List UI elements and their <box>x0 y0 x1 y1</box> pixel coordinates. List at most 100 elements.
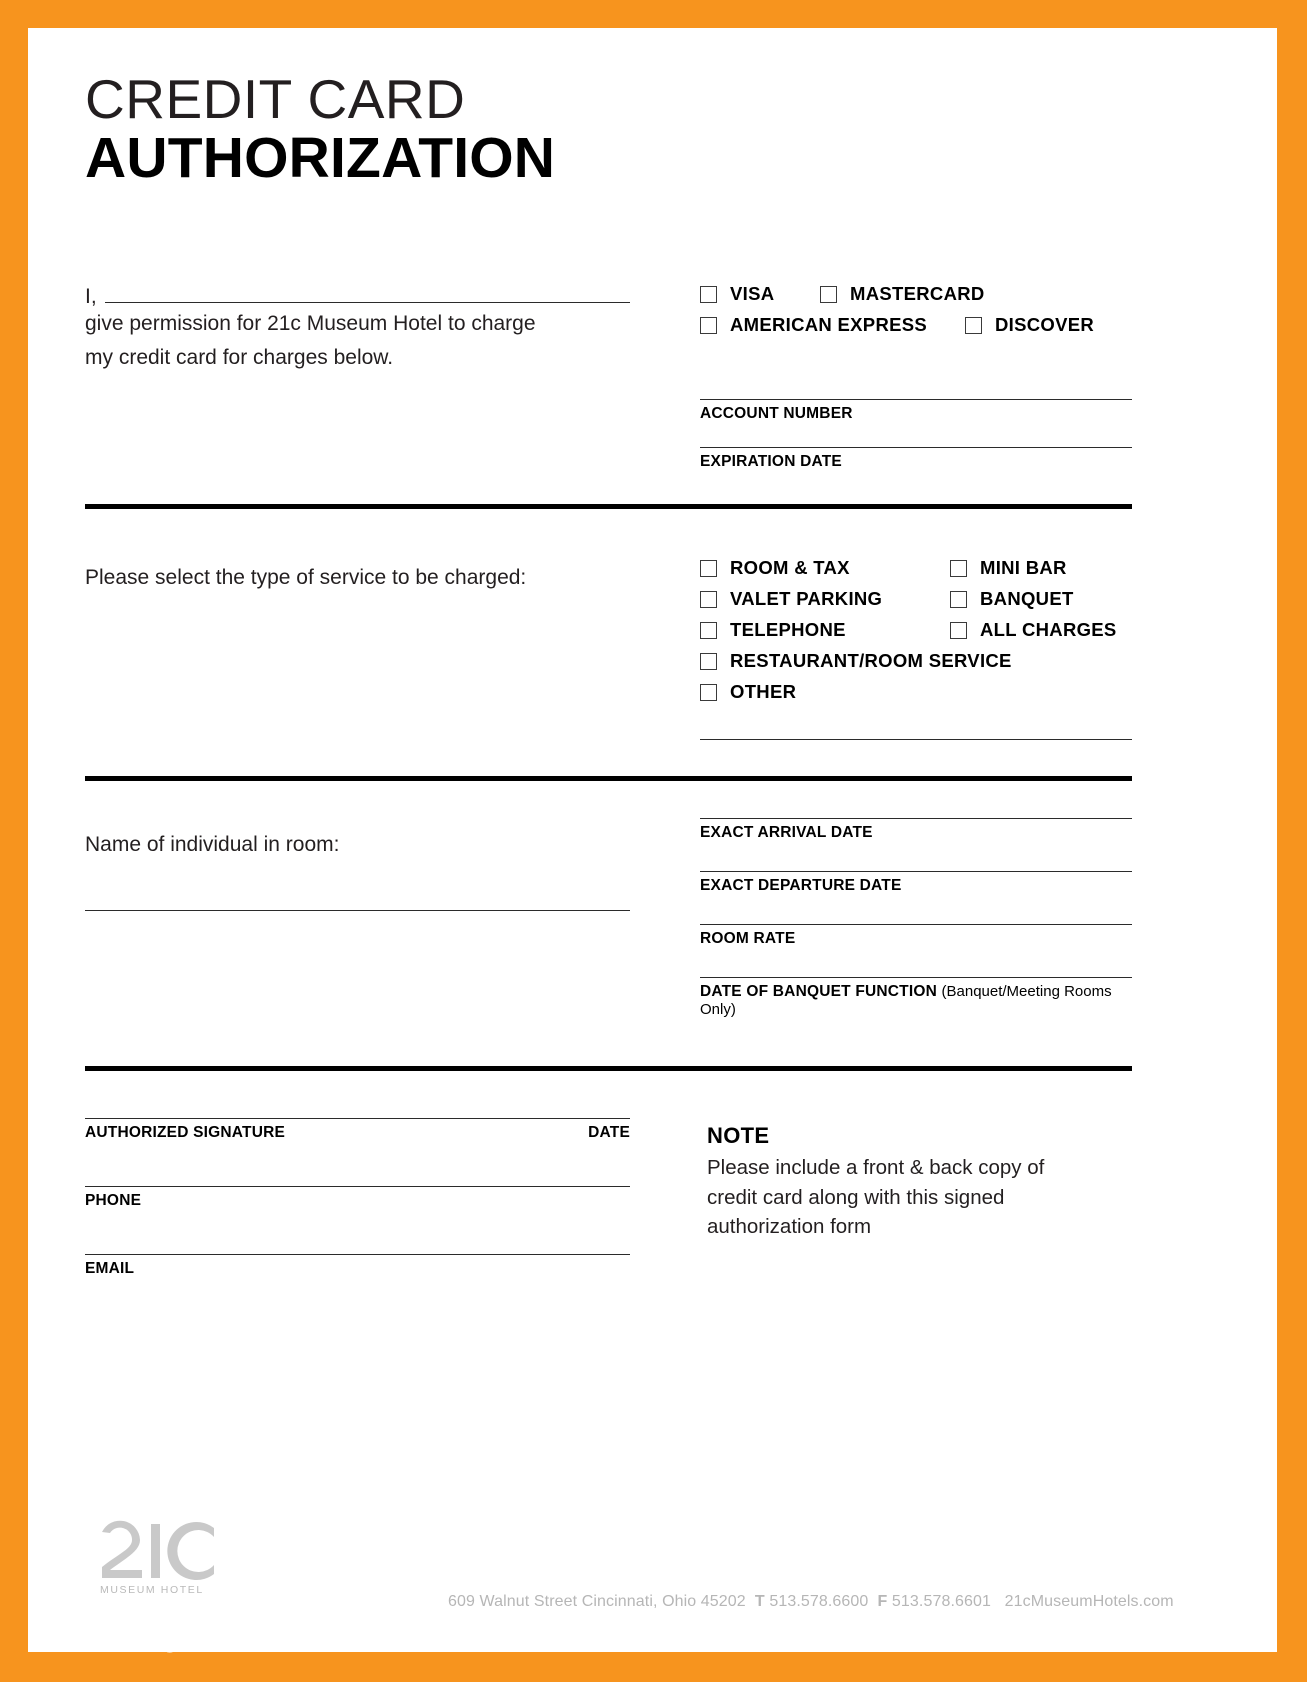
note-heading: NOTE <box>707 1123 770 1148</box>
service-row-3: TELEPHONE ALL CHARGES <box>700 619 1132 641</box>
phone-label: PHONE <box>85 1192 142 1209</box>
i-prefix-label: I, <box>85 285 97 308</box>
checkbox-box-icon[interactable] <box>700 316 717 334</box>
checkbox-box-icon[interactable] <box>950 559 967 577</box>
checkbox-label: ALL CHARGES <box>980 619 1117 640</box>
service-row-2: VALET PARKING BANQUET <box>700 588 1132 610</box>
checkbox-all-charges[interactable]: ALL CHARGES <box>950 619 1117 641</box>
checkbox-box-icon[interactable] <box>965 316 982 334</box>
footer-fax-number: 513.578.6601 <box>891 1593 991 1610</box>
checkbox-telephone[interactable]: TELEPHONE <box>700 619 950 641</box>
title-line-authorization: AUTHORIZATION <box>85 126 556 190</box>
checkbox-label: MINI BAR <box>980 557 1067 578</box>
checkbox-banquet[interactable]: BANQUET <box>950 588 1074 610</box>
border-left <box>0 0 28 1682</box>
account-number-input-rule[interactable] <box>700 399 1132 400</box>
footer-street-address: 609 Walnut Street Cincinnati, Ohio 45202 <box>448 1593 746 1610</box>
checkbox-box-icon[interactable] <box>700 285 717 303</box>
guest-name-prompt: Name of individual in room: <box>85 833 340 856</box>
phone-field[interactable]: PHONE <box>85 1186 630 1210</box>
footer-phone-prefix: T <box>754 1593 765 1610</box>
checkbox-box-icon[interactable] <box>950 590 967 608</box>
footer-contact-info: 609 Walnut Street Cincinnati, Ohio 45202… <box>448 1593 1174 1611</box>
authorized-signature-field[interactable]: AUTHORIZED SIGNATURE DATE <box>85 1118 630 1142</box>
footer-fax-prefix: F <box>877 1593 888 1610</box>
checkbox-restaurant-room-service[interactable]: RESTAURANT/ROOM SERVICE <box>700 650 1012 672</box>
border-top <box>0 0 1307 28</box>
checkbox-american-express[interactable]: AMERICAN EXPRESS <box>700 314 965 336</box>
account-number-label: ACCOUNT NUMBER <box>700 405 853 422</box>
signature-section: AUTHORIZED SIGNATURE DATE PHONE EMAIL <box>85 1118 630 1278</box>
other-service-input-rule[interactable] <box>700 739 1132 740</box>
border-bottom <box>0 1652 1307 1682</box>
guest-name-input-rule[interactable] <box>85 910 630 912</box>
room-rate-input-rule[interactable] <box>700 924 1132 925</box>
footer-website: 21cMuseumHotels.com <box>1004 1593 1174 1610</box>
checkbox-box-icon[interactable] <box>700 559 717 577</box>
checkbox-valet-parking[interactable]: VALET PARKING <box>700 588 950 610</box>
checkbox-label: MASTERCARD <box>850 283 985 304</box>
logo-subtitle: MUSEUM HOTEL <box>100 1584 204 1596</box>
guest-name-block: Name of individual in room: <box>85 828 630 912</box>
expiration-date-input-rule[interactable] <box>700 447 1132 448</box>
arrival-date-label: EXACT ARRIVAL DATE <box>700 824 873 841</box>
footer-phone-number: 513.578.6600 <box>769 1593 869 1610</box>
authorized-signature-input-rule[interactable] <box>85 1118 630 1119</box>
service-row-4: RESTAURANT/ROOM SERVICE <box>700 650 1132 672</box>
checkbox-mini-bar[interactable]: MINI BAR <box>950 557 1067 579</box>
checkbox-box-icon[interactable] <box>820 285 837 303</box>
departure-date-label: EXACT DEPARTURE DATE <box>700 877 902 894</box>
name-entry-line[interactable]: I, <box>85 286 630 307</box>
checkbox-mastercard[interactable]: MASTERCARD <box>820 283 985 305</box>
note-line-1: Please include a front & back copy of <box>707 1156 1045 1179</box>
brand-logo: MUSEUM HOTEL <box>98 1518 298 1596</box>
card-type-row-2: AMERICAN EXPRESS DISCOVER <box>700 314 1132 336</box>
checkbox-box-icon[interactable] <box>700 590 717 608</box>
checkbox-visa[interactable]: VISA <box>700 283 820 305</box>
authorization-statement: I, give permission for 21c Museum Hotel … <box>85 286 630 375</box>
checkbox-label: DISCOVER <box>995 314 1095 335</box>
banquet-date-field[interactable]: DATE OF BANQUET FUNCTION (Banquet/Meetin… <box>700 977 1132 1019</box>
checkbox-label: ROOM & TAX <box>730 557 850 578</box>
arrival-date-input-rule[interactable] <box>700 818 1132 819</box>
banquet-date-input-rule[interactable] <box>700 977 1132 978</box>
departure-date-field[interactable]: EXACT DEPARTURE DATE <box>700 871 1132 895</box>
service-prompt-block: Please select the type of service to be … <box>85 561 645 595</box>
email-field[interactable]: EMAIL <box>85 1254 630 1278</box>
email-input-rule[interactable] <box>85 1254 630 1255</box>
account-number-field[interactable]: ACCOUNT NUMBER <box>700 399 1132 423</box>
page-title: CREDIT CARD AUTHORIZATION <box>85 72 555 189</box>
banquet-date-label-main: DATE OF BANQUET FUNCTION <box>700 983 937 1000</box>
expiration-date-field[interactable]: EXPIRATION DATE <box>700 447 1132 471</box>
checkbox-room-and-tax[interactable]: ROOM & TAX <box>700 557 950 579</box>
checkbox-box-icon[interactable] <box>700 652 717 670</box>
title-line-credit-card: CREDIT CARD <box>85 68 466 130</box>
checkbox-box-icon[interactable] <box>700 621 717 639</box>
expiration-date-label: EXPIRATION DATE <box>700 453 842 470</box>
21c-logo-icon <box>102 1520 214 1580</box>
room-rate-field[interactable]: ROOM RATE <box>700 924 1132 948</box>
authorization-body-line2: my credit card for charges below. <box>85 346 394 370</box>
service-options-section: ROOM & TAX MINI BAR VALET PARKING BANQUE… <box>700 557 1132 740</box>
checkbox-box-icon[interactable] <box>950 621 967 639</box>
email-label: EMAIL <box>85 1260 135 1277</box>
note-section: NOTE Please include a front & back copy … <box>707 1123 1127 1242</box>
form-sheet: CREDIT CARD AUTHORIZATION I, give permis… <box>28 28 1277 1652</box>
service-row-5: OTHER <box>700 681 1132 703</box>
form-page: CREDIT CARD AUTHORIZATION I, give permis… <box>0 0 1307 1682</box>
checkbox-label: TELEPHONE <box>730 619 846 640</box>
name-input-rule[interactable] <box>104 302 630 303</box>
departure-date-input-rule[interactable] <box>700 871 1132 872</box>
banquet-date-label: DATE OF BANQUET FUNCTION (Banquet/Meetin… <box>700 980 1132 1019</box>
checkbox-box-icon[interactable] <box>700 683 717 701</box>
checkbox-label: OTHER <box>730 681 797 702</box>
room-rate-label: ROOM RATE <box>700 930 796 947</box>
watermark-text: Gembloong.com <box>32 1623 240 1653</box>
checkbox-other[interactable]: OTHER <box>700 681 796 703</box>
stay-details-section: EXACT ARRIVAL DATE EXACT DEPARTURE DATE … <box>700 818 1132 1019</box>
checkbox-discover[interactable]: DISCOVER <box>965 314 1094 336</box>
arrival-date-field[interactable]: EXACT ARRIVAL DATE <box>700 818 1132 842</box>
note-line-2: credit card along with this signed <box>707 1185 1005 1209</box>
authorized-signature-label: AUTHORIZED SIGNATURE <box>85 1124 286 1141</box>
phone-input-rule[interactable] <box>85 1186 630 1187</box>
